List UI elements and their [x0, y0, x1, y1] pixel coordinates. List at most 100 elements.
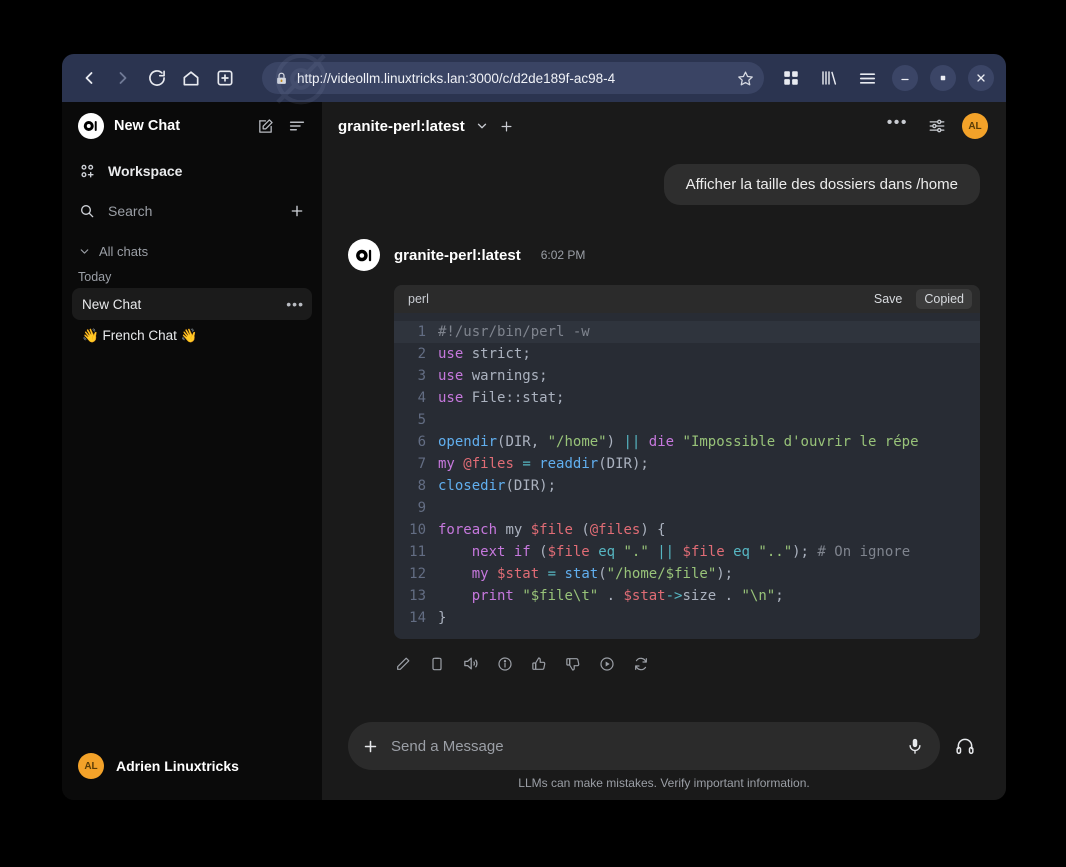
- sidebar-search[interactable]: Search: [62, 194, 322, 228]
- code-content[interactable]: 1 #!/usr/bin/perl -w 2 use strict; 3 use warn…: [394, 313, 980, 639]
- code-block-header: perl Save Copied: [394, 285, 980, 313]
- speaker-icon[interactable]: [462, 655, 479, 672]
- continue-play-icon[interactable]: [598, 655, 615, 672]
- code-line-text: next if ($file eq "." || $file eq "..");…: [471, 544, 911, 560]
- code-line: 13 print "$file\t" . $stat->size . "\n";: [394, 585, 980, 607]
- minimize-button[interactable]: [892, 65, 918, 91]
- add-model-icon[interactable]: [499, 119, 514, 134]
- toolbar-right-icons: [778, 65, 996, 91]
- all-chats-toggle[interactable]: All chats: [62, 236, 322, 266]
- edit-pencil-icon[interactable]: [394, 655, 411, 672]
- code-line-text: use File::stat;: [438, 390, 565, 406]
- code-line-number: 7: [417, 456, 426, 472]
- address-bar[interactable]: http://videollm.linuxtricks.lan:3000/c/d…: [262, 62, 764, 94]
- assistant-header: granite-perl:latest 6:02 PM: [348, 239, 980, 271]
- chevron-down-icon: [78, 245, 91, 258]
- search-placeholder: Search: [108, 203, 153, 219]
- code-line-number: 12: [409, 566, 426, 582]
- browser-toolbar: http://videollm.linuxtricks.lan:3000/c/d…: [62, 54, 1006, 105]
- code-line-text: opendir(DIR, "/home") || die "Impossible…: [438, 434, 919, 450]
- code-line-number: 10: [409, 522, 426, 538]
- sidebar-item-workspace[interactable]: Workspace: [62, 154, 322, 188]
- workspace-icon: [78, 162, 96, 180]
- code-line: 12 my $stat = stat("/home/$file");: [394, 563, 980, 585]
- code-line-text: closedir(DIR);: [438, 478, 557, 494]
- chat-header: granite-perl:latest ••• AL: [322, 102, 1006, 150]
- code-line: 7 my @files = readdir(DIR);: [394, 453, 980, 475]
- list-item[interactable]: New Chat •••: [72, 288, 312, 320]
- all-chats-label: All chats: [99, 243, 149, 259]
- headset-icon[interactable]: [950, 731, 980, 761]
- code-line: 10 foreach my $file (@files) {: [394, 519, 980, 541]
- thumbs-up-icon[interactable]: [530, 655, 547, 672]
- sidebar-header: New Chat: [62, 102, 322, 150]
- message-input-box[interactable]: Send a Message: [348, 722, 940, 770]
- microphone-icon[interactable]: [906, 737, 924, 755]
- code-line-text: use strict;: [438, 346, 531, 362]
- message-action-bar: [394, 655, 980, 672]
- regenerate-icon[interactable]: [632, 655, 649, 672]
- message-scroll-area[interactable]: Afficher la taille des dossiers dans /ho…: [322, 150, 1006, 722]
- chat-item-label: 👋 French Chat 👋: [82, 328, 198, 343]
- close-button[interactable]: [968, 65, 994, 91]
- library-icon[interactable]: [816, 65, 842, 91]
- lock-icon: [274, 71, 289, 86]
- chat-controls-icon[interactable]: [928, 117, 946, 135]
- list-item[interactable]: 👋 French Chat 👋: [72, 320, 312, 352]
- sidebar-user-profile[interactable]: AL Adrien Linuxtricks: [62, 740, 322, 792]
- reload-icon[interactable]: [140, 61, 174, 95]
- new-chat-plus-icon[interactable]: [288, 202, 306, 220]
- toggle-sidebar-icon[interactable]: [286, 115, 308, 137]
- sidebar: New Chat Workspace Search All chats Toda…: [62, 102, 322, 800]
- code-line: 14}: [394, 607, 980, 629]
- app-body: New Chat Workspace Search All chats Toda…: [62, 102, 1006, 800]
- chat-item-more-icon[interactable]: •••: [286, 296, 304, 311]
- code-language-label: perl: [408, 292, 429, 306]
- info-icon[interactable]: [496, 655, 513, 672]
- code-line-text: my @files = readdir(DIR);: [438, 456, 649, 472]
- new-tab-icon[interactable]: [208, 61, 242, 95]
- menu-hamburger-icon[interactable]: [854, 65, 880, 91]
- code-line-number: 14: [409, 610, 426, 626]
- code-line-number: 6: [417, 434, 426, 450]
- copy-button[interactable]: Copied: [916, 289, 972, 309]
- copy-icon[interactable]: [428, 655, 445, 672]
- workspace-label: Workspace: [108, 163, 183, 179]
- browser-window: http://videollm.linuxtricks.lan:3000/c/d…: [62, 54, 1006, 800]
- url-text: http://videollm.linuxtricks.lan:3000/c/d…: [297, 70, 616, 86]
- more-dots-icon[interactable]: •••: [887, 115, 908, 133]
- code-line-text: use warnings;: [438, 368, 548, 384]
- thumbs-down-icon[interactable]: [564, 655, 581, 672]
- header-avatar[interactable]: AL: [962, 113, 988, 139]
- disclaimer-text: LLMs can make mistakes. Verify important…: [518, 776, 810, 790]
- back-arrow-icon[interactable]: [72, 61, 106, 95]
- main-panel: granite-perl:latest ••• AL Afficher la t…: [322, 102, 1006, 800]
- bookmark-star-icon[interactable]: [737, 70, 754, 87]
- code-block: perl Save Copied 1 #!/usr/bin/perl -w 2 use…: [394, 285, 980, 639]
- open-webui-logo-icon[interactable]: [78, 113, 104, 139]
- open-webui-logo-icon: [348, 239, 380, 271]
- plus-icon[interactable]: [362, 738, 379, 755]
- grid-apps-icon[interactable]: [778, 65, 804, 91]
- code-line-text: }: [438, 610, 447, 626]
- new-chat-pencil-icon[interactable]: [254, 115, 276, 137]
- chevron-down-icon[interactable]: [475, 119, 489, 133]
- assistant-name: granite-perl:latest: [394, 246, 521, 264]
- maximize-button[interactable]: [930, 65, 956, 91]
- forward-arrow-icon[interactable]: [106, 61, 140, 95]
- code-line: 4 use File::stat;: [394, 387, 980, 409]
- user-name: Adrien Linuxtricks: [116, 758, 239, 774]
- home-icon[interactable]: [174, 61, 208, 95]
- composer-area: Send a Message LLMs can make mistakes. V…: [322, 722, 1006, 800]
- code-line-number: 8: [417, 478, 426, 494]
- assistant-message: granite-perl:latest 6:02 PM perl Save Co…: [348, 239, 980, 672]
- save-button[interactable]: Save: [866, 289, 911, 309]
- code-line-text: #!/usr/bin/perl -w: [438, 324, 590, 340]
- model-selector-label[interactable]: granite-perl:latest: [338, 118, 465, 135]
- chat-group-today: Today: [78, 270, 112, 284]
- code-line-text: foreach my $file (@files) {: [438, 522, 666, 538]
- code-line: 6 opendir(DIR, "/home") || die "Impossibl…: [394, 431, 980, 453]
- code-line: 3 use warnings;: [394, 365, 980, 387]
- code-line-text: print "$file\t" . $stat->size . "\n";: [471, 588, 784, 604]
